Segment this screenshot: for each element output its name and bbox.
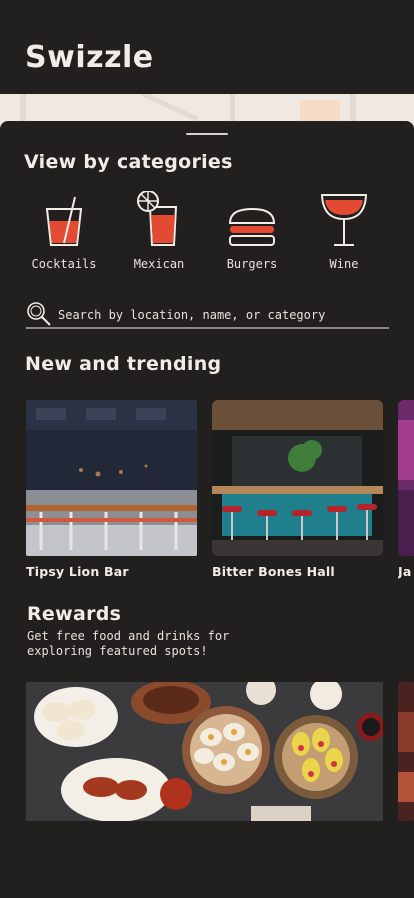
trending-title: New and trending — [25, 353, 222, 375]
reward-photo[interactable] — [398, 682, 414, 821]
venue-name: Ja — [398, 564, 412, 579]
app-title: Swizzle — [25, 40, 154, 75]
sheet-grab-handle[interactable] — [186, 133, 228, 135]
cocktail-glass-icon — [45, 196, 83, 246]
categories-title: View by categories — [24, 151, 233, 173]
category-label: Burgers — [226, 257, 278, 271]
margarita-lime-icon — [137, 191, 178, 246]
venue-card[interactable]: Ja — [398, 400, 414, 590]
rewards-subtitle: Get free food and drinks for exploring f… — [27, 629, 230, 658]
wine-glass-icon — [320, 194, 368, 246]
category-cocktails[interactable]: Cocktails — [19, 191, 109, 271]
venue-photo — [398, 400, 414, 556]
app-header: Swizzle — [0, 0, 414, 94]
category-mexican[interactable]: Mexican — [114, 191, 204, 271]
venue-name: Tipsy Lion Bar — [26, 564, 129, 579]
category-label: Wine — [329, 257, 359, 271]
category-wine[interactable]: Wine — [299, 191, 389, 271]
burger-icon — [228, 207, 276, 246]
venue-card[interactable]: Tipsy Lion Bar — [26, 400, 198, 590]
reward-photo[interactable] — [26, 682, 383, 821]
venue-photo — [26, 400, 197, 556]
search-bar[interactable] — [26, 301, 389, 329]
category-burgers[interactable]: Burgers — [207, 191, 297, 271]
venue-card[interactable]: Bitter Bones Hall — [212, 400, 384, 590]
category-label: Cocktails — [31, 257, 97, 271]
search-icon — [27, 302, 51, 326]
rewards-title: Rewards — [27, 603, 122, 625]
search-input[interactable] — [58, 304, 378, 326]
venue-photo — [212, 400, 383, 556]
bottom-sheet: View by categories Cocktails Mexican Bur… — [0, 121, 414, 898]
category-label: Mexican — [133, 257, 185, 271]
venue-name: Bitter Bones Hall — [212, 564, 335, 579]
